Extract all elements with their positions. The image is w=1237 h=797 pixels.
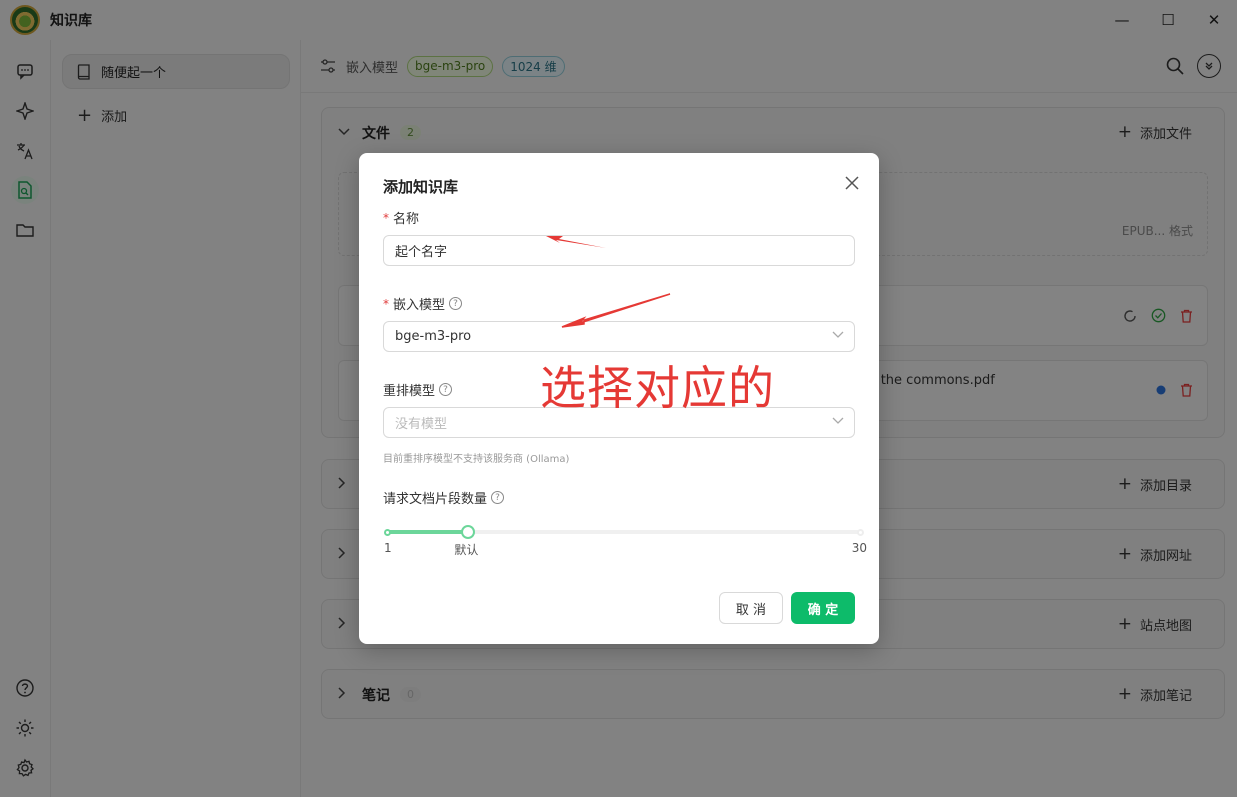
annotation-arrow-embed (561, 293, 671, 328)
annotation-text: 选择对应的 (540, 361, 775, 415)
annotation-arrow-name (546, 236, 606, 248)
